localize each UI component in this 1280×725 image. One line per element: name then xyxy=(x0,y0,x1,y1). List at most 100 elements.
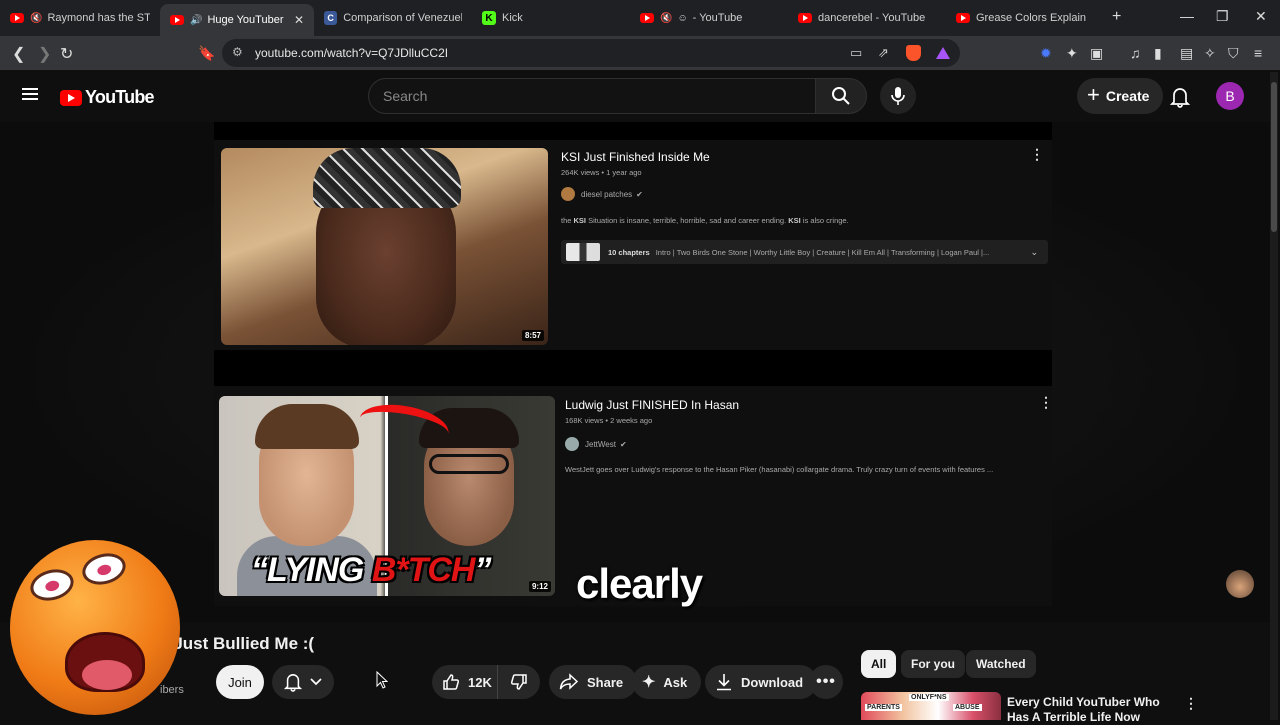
recommendation-thumbnail[interactable]: PARENTS ONLYF*NS ABUSE xyxy=(861,692,1001,720)
video-thumbnail: “LYING B*TCH” 9:12 xyxy=(219,396,555,596)
browser-tab[interactable]: C Comparison of Venezuela xyxy=(314,0,472,36)
browser-tab-strip: 🔇 Raymond has the STAI 🔊 Huge YouTuber J… xyxy=(0,0,1280,36)
brave-shields-icon[interactable] xyxy=(906,45,921,61)
minimize-icon[interactable]: — xyxy=(1180,8,1194,24)
more-actions-button[interactable]: ••• xyxy=(809,665,843,699)
youtube-favicon-icon xyxy=(10,13,24,23)
media-icon[interactable]: ♫ xyxy=(1130,45,1141,61)
thumb-label: PARENTS xyxy=(865,704,902,711)
search-icon xyxy=(832,87,850,105)
browser-tab[interactable]: 🔇 Raymond has the STAI xyxy=(0,0,160,36)
site-info-icon[interactable]: ⚙ xyxy=(232,45,243,59)
tab-title: - YouTube xyxy=(692,12,743,24)
brave-rewards-icon[interactable] xyxy=(936,47,950,59)
share-button[interactable]: Share xyxy=(549,665,638,699)
description-text: the xyxy=(561,216,574,225)
reload-icon[interactable]: ↻ xyxy=(60,44,73,64)
more-options-icon: ⋮ xyxy=(1039,394,1053,410)
url-text[interactable]: youtube.com/watch?v=Q7JDlluCC2I xyxy=(255,46,448,60)
forward-icon[interactable]: ❯ xyxy=(38,44,51,64)
youtube-favicon-icon xyxy=(640,13,654,23)
recommendation-title[interactable]: Every Child YouTuber Who Has A Terrible … xyxy=(1007,695,1177,725)
notifications-button[interactable] xyxy=(1169,86,1191,113)
youtube-favicon-icon xyxy=(170,15,184,25)
vpn-shield-icon[interactable]: ⛉ xyxy=(1228,45,1239,62)
emoji-tongue xyxy=(82,660,132,690)
chapter-thumbnail xyxy=(566,243,600,261)
search-input[interactable] xyxy=(369,79,815,113)
result-title: Ludwig Just FINISHED In Hasan xyxy=(565,398,740,412)
ask-button[interactable]: ✦ Ask xyxy=(632,665,702,699)
tab-title: Huge YouTuber Ju xyxy=(207,14,285,26)
wallet-icon[interactable]: ▤ xyxy=(1180,45,1193,62)
emoji-overlay xyxy=(10,540,180,720)
browser-tab[interactable]: dancerebel - YouTube xyxy=(788,0,946,36)
video-thumbnail: 8:57 xyxy=(221,148,548,345)
bell-icon xyxy=(284,674,302,692)
tab-title: Kick xyxy=(502,12,523,24)
muted-speaker-icon[interactable]: 🔇 xyxy=(30,13,42,24)
channel-avatar xyxy=(561,187,575,201)
verified-icon: ✔ xyxy=(619,439,627,449)
scrollbar-thumb[interactable] xyxy=(1271,82,1277,232)
vpn-extension-icon[interactable]: ✹ xyxy=(1040,45,1052,62)
thumbs-up-icon xyxy=(443,674,460,690)
dislike-button[interactable] xyxy=(498,673,540,691)
chapters-count: 10 chapters xyxy=(608,247,650,257)
join-button[interactable]: Join xyxy=(216,665,264,699)
page-scrollbar[interactable] xyxy=(1270,72,1278,720)
download-button[interactable]: Download xyxy=(705,665,818,699)
chip-all[interactable]: All xyxy=(861,650,897,678)
streamer-avatar-icon xyxy=(1226,570,1254,598)
bookmark-icon[interactable]: 🔖 xyxy=(198,45,215,62)
more-options-icon[interactable]: ⋮ xyxy=(1184,695,1198,712)
description-text: Situation is insane, terrible, horrible,… xyxy=(586,216,789,225)
result-channel: diesel patches ✔ xyxy=(561,187,643,201)
like-button[interactable]: 12K xyxy=(432,665,498,699)
youtube-play-icon xyxy=(60,89,82,106)
leo-ai-icon[interactable]: ✧ xyxy=(1204,45,1216,62)
subscribe-notifications-button[interactable] xyxy=(272,665,334,699)
window-close-icon[interactable]: ✕ xyxy=(1255,8,1267,25)
browser-tab[interactable]: K Kick xyxy=(472,0,630,36)
download-label: Download xyxy=(741,674,804,690)
logo-text: YouTube xyxy=(85,87,155,107)
address-bar[interactable]: ⚙ youtube.com/watch?v=Q7JDlluCC2I ▭ ⇗ xyxy=(222,39,960,67)
voice-search-button[interactable] xyxy=(880,78,916,114)
menu-icon[interactable]: ≡ xyxy=(1254,45,1262,61)
video-caption: clearly xyxy=(576,560,703,607)
create-button[interactable]: + Create xyxy=(1077,78,1164,114)
screenshot-icon[interactable]: ▣ xyxy=(1090,45,1103,62)
share-page-icon[interactable]: ⇗ xyxy=(878,45,889,61)
thumbs-down-icon xyxy=(510,674,527,690)
result-title: KSI Just Finished Inside Me xyxy=(561,150,710,164)
browser-tab[interactable]: Grease Colors Explained xyxy=(946,0,1096,36)
browser-tab[interactable]: 🔇 ☺ - YouTube xyxy=(630,0,788,36)
bot-icon: ☺ xyxy=(677,12,688,24)
chip-watched[interactable]: Watched xyxy=(966,650,1036,678)
video-player[interactable]: 8:57 KSI Just Finished Inside Me 264K vi… xyxy=(0,122,1270,622)
like-dislike-group: 12K xyxy=(432,665,540,699)
restore-icon[interactable]: ❐ xyxy=(1216,8,1229,25)
result-meta: 168K views • 2 weeks ago xyxy=(565,416,653,425)
youtube-logo[interactable]: YouTube xyxy=(60,87,155,108)
sidebar-icon[interactable]: ▮ xyxy=(1154,45,1162,62)
thumbnail-glasses xyxy=(429,454,509,474)
muted-speaker-icon[interactable]: 🔇 xyxy=(660,13,672,24)
chip-for-you[interactable]: For you xyxy=(901,650,965,678)
tab-title: Comparison of Venezuela xyxy=(343,12,462,24)
extensions-icon[interactable]: ✦ xyxy=(1066,45,1078,62)
chevron-down-icon: ⌄ xyxy=(1030,246,1038,257)
new-tab-icon[interactable]: + xyxy=(1112,8,1121,26)
description-text: is also cringe. xyxy=(800,216,849,225)
account-avatar[interactable]: B xyxy=(1216,82,1244,110)
speaker-icon[interactable]: 🔊 xyxy=(190,15,202,26)
browser-tab-active[interactable]: 🔊 Huge YouTuber Ju ✕ xyxy=(160,4,314,36)
guide-menu-icon[interactable] xyxy=(22,88,38,100)
back-icon[interactable]: ❮ xyxy=(12,44,25,64)
search-box[interactable] xyxy=(368,78,816,114)
search-button[interactable] xyxy=(815,78,867,114)
close-tab-icon[interactable]: ✕ xyxy=(294,13,304,27)
result-description: the KSI Situation is insane, terrible, h… xyxy=(561,216,849,225)
cast-icon[interactable]: ▭ xyxy=(850,45,862,61)
